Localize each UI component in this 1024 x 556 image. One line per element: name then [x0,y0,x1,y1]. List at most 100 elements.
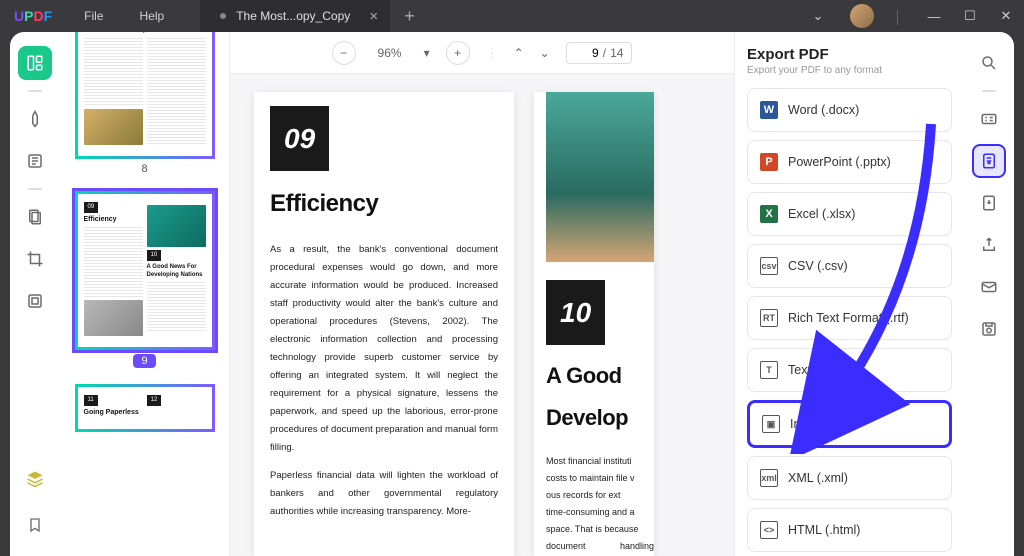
powerpoint-icon: P [760,153,778,171]
export-panel: Export PDF Export your PDF to any format… [734,32,964,556]
section-number: 09 [270,106,329,171]
left-toolbar [10,32,60,556]
bookmark-icon[interactable] [18,508,52,542]
export-xml[interactable]: xml XML (.xml) [747,456,952,500]
minimize-button[interactable]: — [916,0,952,32]
thumbnails-tool[interactable] [18,46,52,80]
close-window-button[interactable]: ✕ [988,0,1024,32]
image-icon: ▣ [762,415,780,433]
xml-icon: xml [760,469,778,487]
thumbnail-panel: 08 Enhanced Security 8 09 Efficiency [60,32,230,556]
zoom-in-button[interactable]: + [446,41,470,65]
scroll-up-button[interactable]: ⌃ [514,46,524,60]
html-icon: <> [760,521,778,539]
body-text: As a result, the bank's conventional doc… [270,241,498,458]
export-label: Rich Text Format (.rtf) [788,311,909,325]
export-excel[interactable]: X Excel (.xlsx) [747,192,952,236]
export-powerpoint[interactable]: P PowerPoint (.pptx) [747,140,952,184]
thumbnail-page-10[interactable]: 11 Going Paperless 12 [68,384,221,431]
section-number: 10 [546,280,605,345]
rtf-icon: RT [760,309,778,327]
divider: │ [880,0,916,32]
export-label: HTML (.html) [788,523,860,537]
zoom-out-button[interactable]: − [332,41,356,65]
export-label: CSV (.csv) [788,259,848,273]
body-text: Paperless financial data will lighten th… [270,467,498,521]
word-icon: W [760,101,778,119]
export-button[interactable] [972,144,1006,178]
tab-unsaved-dot [220,13,226,19]
thumb-title: A Good News For Developing Nations [147,263,206,280]
avatar[interactable] [844,0,880,32]
thumb-title: Going Paperless [84,408,143,418]
document-viewport[interactable]: 09 Efficiency As a result, the bank's co… [230,74,734,556]
new-tab-button[interactable]: + [390,6,429,27]
zoom-dropdown[interactable]: ▾ [424,46,430,60]
convert-button[interactable] [972,186,1006,220]
share-button[interactable] [972,228,1006,262]
chevron-down-icon[interactable]: ⌄ [800,0,836,32]
thumb-num: 09 [84,202,99,212]
thumb-title: Enhanced Security [84,32,206,35]
page-input[interactable] [575,46,599,60]
thumb-page-number: 9 [133,354,155,368]
section-title: A GoodDevelop [546,355,654,439]
thumb-num: 12 [147,395,162,405]
menu-help[interactable]: Help [122,9,183,23]
document-tab[interactable]: The Most...opy_Copy × [200,0,390,32]
separator: ⋮ [486,46,498,60]
separator [28,188,42,190]
app-logo: UPDF [0,8,66,24]
doc-page-left: 09 Efficiency As a result, the bank's co… [254,92,514,556]
highlight-tool[interactable] [18,102,52,136]
search-button[interactable] [972,46,1006,80]
separator [28,90,42,92]
thumbnail-page-9[interactable]: 09 Efficiency 10 A Good News For Develop… [68,191,221,378]
scroll-down-button[interactable]: ⌄ [540,46,550,60]
crop-tool[interactable] [18,242,52,276]
thumb-title: Efficiency [84,215,143,225]
section-title: Efficiency [270,181,498,227]
separator [982,90,996,92]
titlebar: UPDF File Help The Most...opy_Copy × + ⌄… [0,0,1024,32]
close-icon[interactable]: × [369,8,378,25]
export-rtf[interactable]: RT Rich Text Format (.rtf) [747,296,952,340]
right-toolbar [964,32,1014,556]
thumb-num: 11 [84,395,98,405]
export-word[interactable]: W Word (.docx) [747,88,952,132]
zoom-level: 96% [372,46,408,60]
watermark-tool[interactable] [18,284,52,318]
doc-page-right: 10 A GoodDevelop Most financial institut… [534,92,654,556]
export-image[interactable]: ▣ Image [747,400,952,448]
export-text[interactable]: TText (.txt) [747,348,952,392]
ocr-tool[interactable] [18,144,52,178]
doc-toolbar: − 96% ▾ + ⋮ ⌃ ⌄ / 14 [230,32,734,74]
export-subtitle: Export your PDF to any format [747,65,952,76]
app-body: 08 Enhanced Security 8 09 Efficiency [10,32,1014,556]
export-label: PowerPoint (.pptx) [788,155,891,169]
excel-icon: X [760,205,778,223]
save-button[interactable] [972,312,1006,346]
text-icon: T [760,361,778,379]
export-csv[interactable]: csv CSV (.csv) [747,244,952,288]
export-label: Word (.docx) [788,103,859,117]
page-sep: / [603,46,606,60]
export-html[interactable]: <> HTML (.html) [747,508,952,552]
export-label: XML (.xml) [788,471,848,485]
menu-file[interactable]: File [66,9,121,23]
export-label: Image [790,417,825,431]
layers-icon[interactable] [18,462,52,496]
page-indicator: / 14 [566,42,633,64]
tab-title: The Most...opy_Copy [236,9,350,23]
export-label: Excel (.xlsx) [788,207,855,221]
ocr-button[interactable] [972,102,1006,136]
export-title: Export PDF [747,46,952,63]
page-total: 14 [610,46,623,60]
csv-icon: csv [760,257,778,275]
page-tool[interactable] [18,200,52,234]
main-area: − 96% ▾ + ⋮ ⌃ ⌄ / 14 09 Efficiency As a … [230,32,734,556]
thumbnail-page-8[interactable]: 08 Enhanced Security 8 [68,32,221,185]
body-text: Most financial instituticosts to maintai… [546,453,654,556]
email-button[interactable] [972,270,1006,304]
maximize-button[interactable]: ☐ [952,0,988,32]
